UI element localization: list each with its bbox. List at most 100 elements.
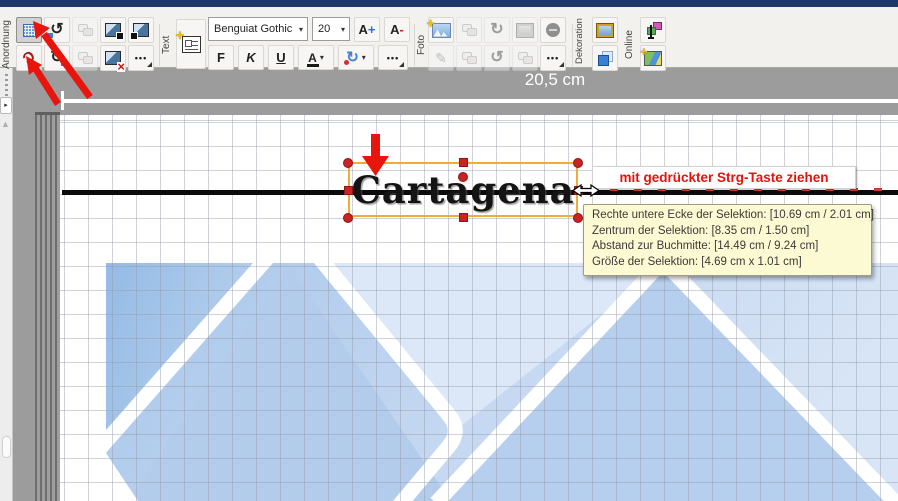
chevron-down-icon: ▾ bbox=[337, 25, 349, 34]
rotate-photo-icon: ↺ bbox=[490, 51, 503, 65]
rotate-right-icon: ↻ bbox=[50, 51, 63, 65]
photo-frame-icon bbox=[517, 24, 533, 37]
add-text-frame-button[interactable] bbox=[176, 19, 206, 69]
tooltip-line: Größe der Selektion: [4.69 cm x 1.01 cm] bbox=[592, 255, 863, 271]
font-size-value: 20 bbox=[318, 23, 330, 35]
text-more-button[interactable]: ••• bbox=[378, 45, 408, 70]
text-effect-icon: ↻ bbox=[346, 51, 359, 65]
image-position-alt-icon bbox=[133, 23, 149, 37]
font-family-value: Benguiat Gothic bbox=[214, 23, 292, 35]
add-text-frame-icon bbox=[182, 36, 201, 53]
framed-picture-icon bbox=[597, 24, 613, 37]
panel-expand-button[interactable]: ▸ bbox=[0, 97, 12, 114]
tooltip-line: Abstand zur Buchmitte: [14.49 cm / 9.24 … bbox=[592, 239, 863, 255]
image-delete-icon bbox=[105, 51, 121, 65]
add-clone-icon bbox=[462, 52, 477, 64]
book-spine bbox=[35, 112, 60, 501]
tooltip-line: Zentrum der Selektion: [8.35 cm / 1.50 c… bbox=[592, 224, 863, 240]
align-grid-button[interactable] bbox=[16, 17, 42, 43]
ungroup-button[interactable] bbox=[72, 45, 98, 71]
font-size-select[interactable]: 20 ▾ bbox=[312, 17, 350, 41]
image-position-icon bbox=[105, 23, 121, 37]
handle-top-center[interactable] bbox=[459, 158, 468, 167]
align-grid-icon bbox=[23, 24, 36, 37]
group-label-dekoration: Dekoration bbox=[574, 13, 586, 69]
clone-photo-button[interactable] bbox=[456, 17, 482, 43]
text-effect-button[interactable]: ↻ bbox=[338, 45, 374, 70]
perspective-icon bbox=[518, 52, 533, 64]
handle-bottom-right[interactable] bbox=[573, 213, 583, 223]
add-map-button[interactable] bbox=[640, 45, 666, 71]
photo-mask-icon bbox=[546, 23, 560, 37]
scroll-up-icon[interactable]: ▲ bbox=[1, 119, 10, 129]
workspace-margin bbox=[13, 115, 35, 501]
clone-photo-icon bbox=[462, 24, 477, 36]
tooltip-line: Rechte untere Ecke der Selektion: [10.69… bbox=[592, 208, 863, 224]
snap-magnet-button[interactable]: Ɔ bbox=[16, 45, 42, 71]
rotate-right-button[interactable]: ↻ bbox=[44, 45, 70, 71]
underline-button[interactable]: U bbox=[268, 45, 294, 70]
framed-picture-button[interactable] bbox=[592, 17, 618, 43]
redo-photo-icon: ↻ bbox=[490, 23, 503, 37]
rotate-left-button[interactable]: ↺ bbox=[44, 17, 70, 43]
anordnung-more-button[interactable]: ••• bbox=[128, 45, 154, 71]
page-width-label: 20,5 cm bbox=[470, 70, 640, 90]
edit-photo-button[interactable]: ✎ bbox=[428, 45, 454, 71]
edit-photo-icon: ✎ bbox=[435, 50, 447, 67]
rotate-photo-button[interactable]: ↺ bbox=[484, 45, 510, 71]
tutorial-hint-label: mit gedrückter Strg-Taste ziehen bbox=[592, 166, 856, 189]
rotate-left-icon: ↺ bbox=[50, 23, 63, 37]
text-object-selection-frame[interactable]: Cartagena bbox=[348, 162, 578, 217]
main-toolbar: Anordnung ↺ Ɔ ↻ ••• Text Benguiat Gothic… bbox=[0, 7, 898, 68]
photobook-editor-window: { "toolbar": { "more_label": "•••", "ano… bbox=[0, 0, 898, 501]
map-pin-button[interactable] bbox=[640, 17, 666, 43]
group-icon bbox=[78, 24, 93, 36]
chevron-down-icon: ▾ bbox=[295, 25, 307, 34]
image-delete-button[interactable] bbox=[100, 45, 126, 71]
font-color-button[interactable]: A bbox=[298, 45, 334, 70]
handle-bottom-center[interactable] bbox=[459, 213, 468, 222]
shapes-icon bbox=[598, 51, 613, 66]
left-panel-splitter[interactable]: ▸ ▲ bbox=[0, 67, 13, 501]
group-label-anordnung: Anordnung bbox=[1, 17, 13, 73]
photo-mask-button[interactable] bbox=[540, 17, 566, 43]
group-label-text: Text bbox=[161, 17, 173, 73]
shapes-button[interactable] bbox=[592, 45, 618, 71]
redo-photo-button[interactable]: ↻ bbox=[484, 17, 510, 43]
more-icon: ••• bbox=[387, 53, 399, 63]
font-size-increase-button[interactable]: A+ bbox=[354, 17, 380, 42]
add-photo-button[interactable] bbox=[428, 17, 454, 43]
rotation-handle[interactable] bbox=[458, 172, 468, 182]
splitter-grip-icon[interactable] bbox=[5, 74, 8, 96]
group-label-online: Online bbox=[624, 17, 636, 73]
handle-top-right[interactable] bbox=[573, 158, 583, 168]
more-icon: ••• bbox=[135, 53, 147, 63]
add-photo-icon bbox=[432, 23, 451, 38]
titlebar bbox=[0, 0, 898, 7]
handle-top-left[interactable] bbox=[343, 158, 353, 168]
scrollbar-thumb[interactable] bbox=[2, 436, 11, 458]
ruler-band bbox=[13, 67, 898, 115]
map-pin-icon bbox=[646, 22, 661, 38]
add-map-icon bbox=[644, 51, 662, 66]
bold-button[interactable]: F bbox=[208, 45, 234, 70]
group-button[interactable] bbox=[72, 17, 98, 43]
image-position-button[interactable] bbox=[100, 17, 126, 43]
ungroup-icon bbox=[78, 52, 93, 64]
font-size-decrease-button[interactable]: A- bbox=[384, 17, 410, 42]
font-family-select[interactable]: Benguiat Gothic ▾ bbox=[208, 17, 308, 41]
handle-middle-left[interactable] bbox=[344, 186, 353, 195]
foto-more-button[interactable]: ••• bbox=[540, 45, 566, 71]
add-clone-button[interactable] bbox=[456, 45, 482, 71]
handle-bottom-left[interactable] bbox=[343, 213, 353, 223]
photo-frame-button[interactable] bbox=[512, 17, 538, 43]
image-position-alt-button[interactable] bbox=[128, 17, 154, 43]
font-color-icon: A bbox=[308, 53, 317, 63]
more-icon: ••• bbox=[547, 53, 559, 63]
selection-tooltip: Rechte untere Ecke der Selektion: [10.69… bbox=[583, 204, 872, 276]
snap-magnet-icon: Ɔ bbox=[20, 49, 37, 67]
ruler-dimension-line bbox=[62, 99, 898, 103]
handle-middle-right[interactable] bbox=[574, 186, 583, 195]
perspective-button[interactable] bbox=[512, 45, 538, 71]
italic-button[interactable]: K bbox=[238, 45, 264, 70]
